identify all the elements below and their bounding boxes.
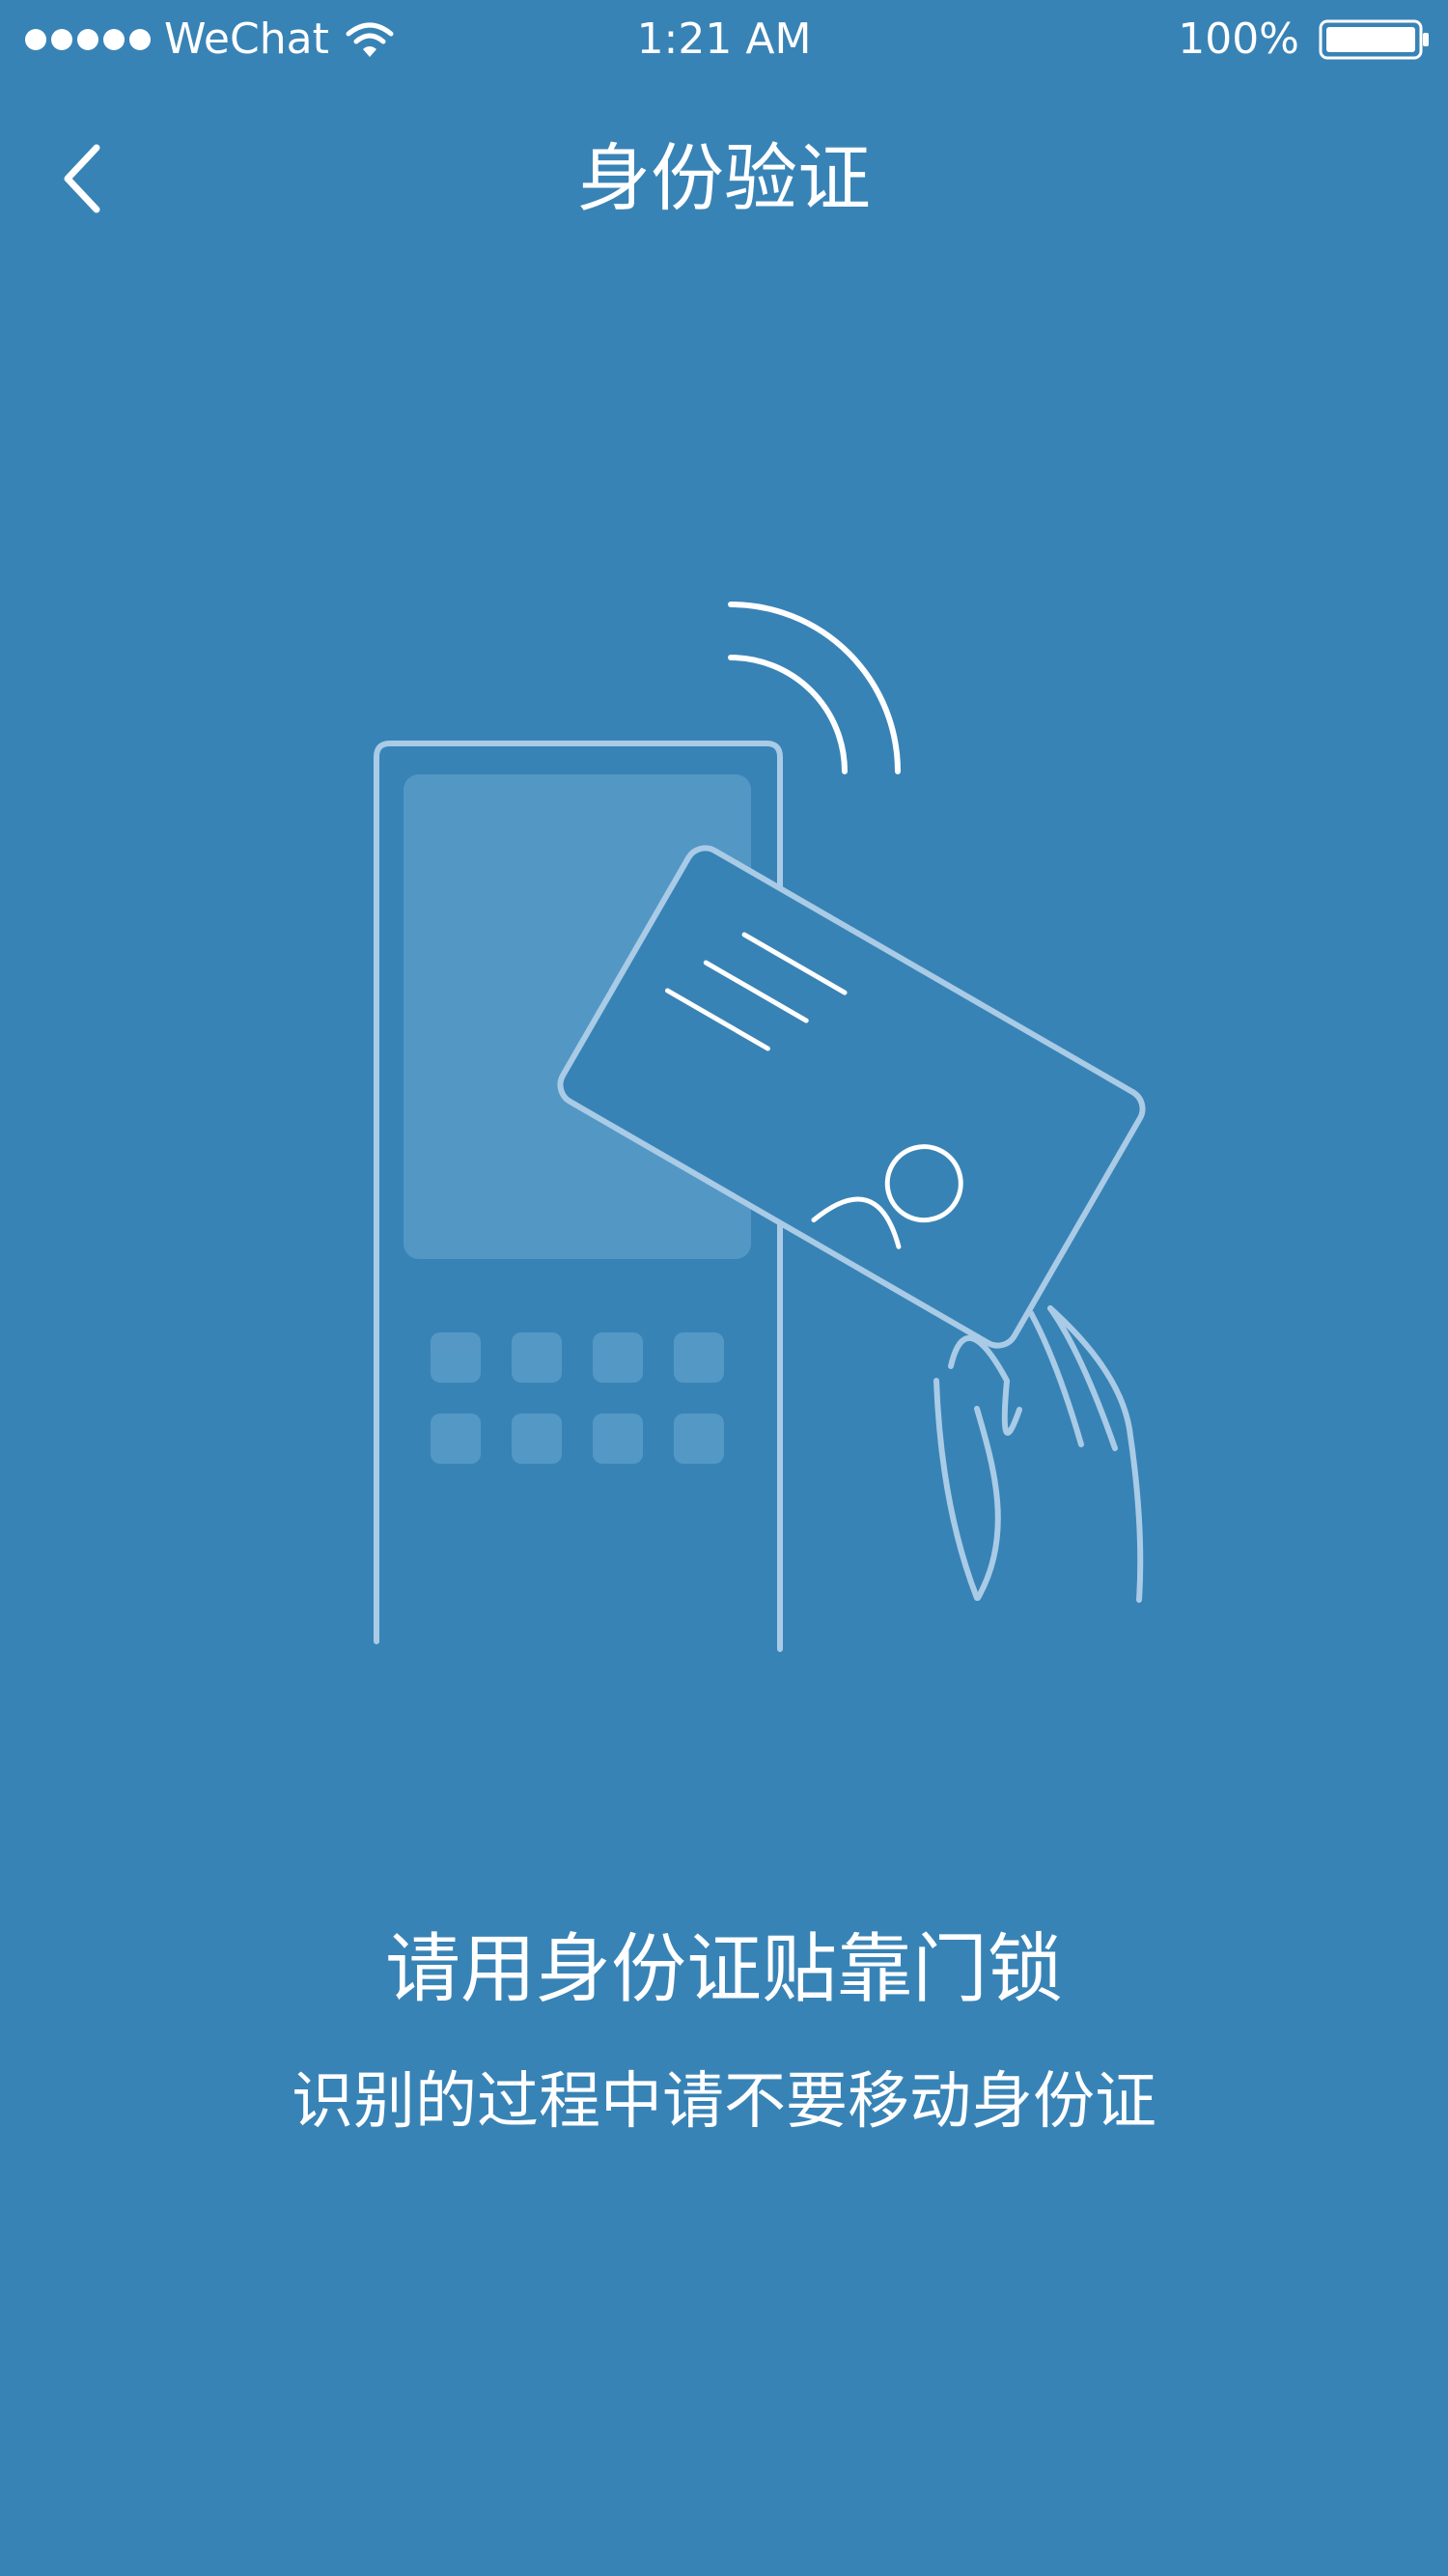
instruction-secondary: 识别的过程中请不要移动身份证 — [292, 2066, 1156, 2138]
nfc-waves-icon — [728, 602, 901, 774]
battery-percentage: 100% — [1178, 14, 1299, 64]
nav-bar: 身份验证 — [0, 126, 1448, 232]
status-right: 100% — [1178, 0, 1431, 79]
door-lock-icon — [374, 741, 783, 1652]
status-bar: WeChat 1:21 AM 100% — [0, 0, 1448, 79]
hand-icon — [933, 1305, 1144, 1603]
id-card-tap-illustration — [374, 602, 1146, 1652]
page-title: 身份验证 — [577, 135, 871, 221]
id-card-icon — [557, 845, 1146, 1349]
instruction-primary: 请用身份证贴靠门锁 — [384, 1926, 1063, 2013]
battery-icon — [1319, 19, 1429, 60]
